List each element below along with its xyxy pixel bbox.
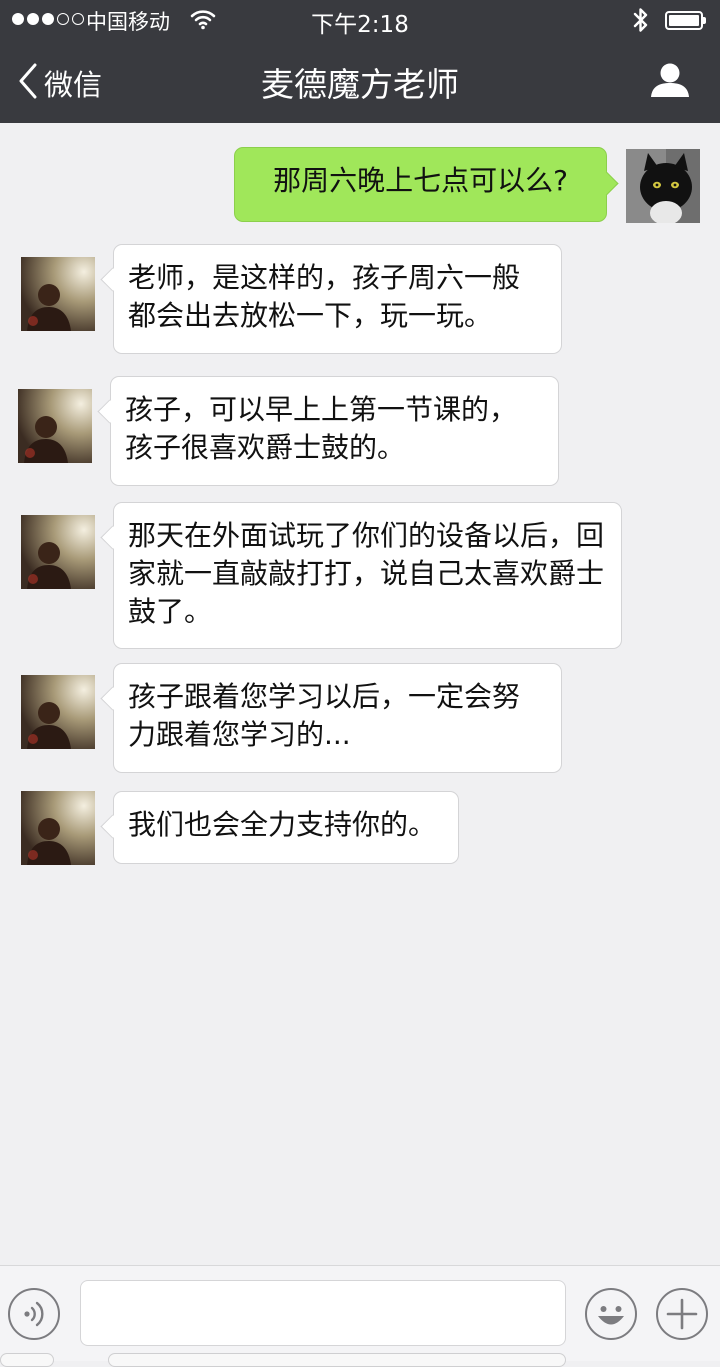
clock: 下午2:18 <box>311 12 409 38</box>
contact-avatar[interactable] <box>21 675 95 749</box>
message-bubble[interactable]: 我们也会全力支持你的。 <box>113 791 459 864</box>
person-icon <box>648 63 692 102</box>
battery-fill <box>669 15 699 26</box>
emoji-button[interactable] <box>584 1287 638 1345</box>
plus-icon <box>655 1288 709 1345</box>
navigation-bar: 微信 麦德魔方老师 <box>0 40 720 123</box>
battery-icon <box>665 11 707 30</box>
message-bubble[interactable]: 那周六晚上七点可以么? <box>234 147 607 222</box>
message-bubble[interactable]: 孩子跟着您学习以后，一定会努力跟着您学习的... <box>113 663 562 773</box>
message-bubble[interactable]: 那天在外面试玩了你们的设备以后，回家就一直敲敲打打，说自己太喜欢爵士鼓了。 <box>113 502 622 649</box>
more-button[interactable] <box>655 1287 709 1345</box>
contact-avatar[interactable] <box>21 791 95 865</box>
message-bubble[interactable]: 老师，是这样的，孩子周六一般都会出去放松一下，玩一玩。 <box>113 244 562 354</box>
chat-title: 麦德魔方老师 <box>261 65 459 104</box>
status-bar: 中国移动 下午2:18 <box>0 0 720 40</box>
self-avatar[interactable] <box>626 149 700 223</box>
input-bar <box>0 1265 720 1361</box>
contact-avatar[interactable] <box>21 257 95 331</box>
voice-icon <box>7 1288 61 1345</box>
duplicate-artifact <box>0 1353 54 1367</box>
message-input[interactable] <box>80 1280 566 1346</box>
contact-avatar[interactable] <box>18 389 92 463</box>
chat-history[interactable]: 那周六晚上七点可以么? 老师，是这样的，孩子周六一般都会出去放松一下，玩一玩。 <box>0 123 720 1265</box>
duplicate-artifact <box>108 1353 566 1367</box>
bluetooth-icon <box>632 6 650 38</box>
contact-avatar[interactable] <box>21 515 95 589</box>
voice-button[interactable] <box>7 1287 61 1345</box>
smiley-icon <box>584 1288 638 1345</box>
message-bubble[interactable]: 孩子，可以早上上第一节课的，孩子很喜欢爵士鼓的。 <box>110 376 559 486</box>
chat-profile-button[interactable] <box>648 62 692 102</box>
